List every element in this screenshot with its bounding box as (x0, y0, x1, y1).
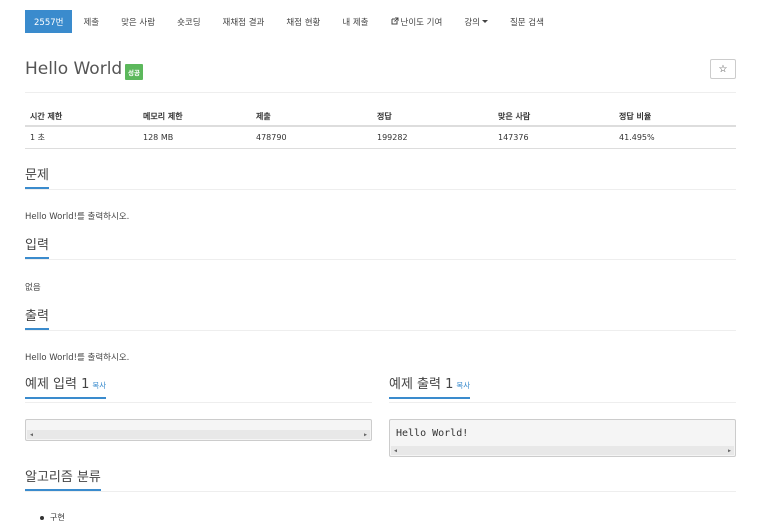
nav-tab-label: 질문 검색 (509, 17, 544, 28)
sample-input-box[interactable]: ◀ ▶ (25, 419, 372, 441)
column-header-accept-ratio: 정답 비율 (614, 108, 736, 127)
nav-tab-label: 제출 (83, 17, 100, 28)
scroll-right-icon[interactable]: ▶ (728, 448, 731, 454)
copy-sample-input-button[interactable]: 복사 (92, 381, 106, 390)
nav-tab-difficulty[interactable]: 난이도 기여 (380, 10, 454, 33)
caret-down-icon (481, 20, 488, 23)
problem-description: Hello World!를 출력하시오. (25, 212, 130, 222)
nav-tab-question-search[interactable]: 질문 검색 (499, 10, 555, 33)
nav-tab-label: 숏코딩 (177, 17, 201, 28)
solved-users-value: 147376 (493, 126, 614, 149)
nav-tab-my-submissions[interactable]: 내 제출 (331, 10, 379, 33)
sample-input-scrollbar[interactable]: ◀ ▶ (27, 430, 370, 439)
algorithm-tag-list: 구현 (40, 512, 65, 523)
list-item[interactable]: 구현 (50, 512, 65, 523)
sample-input-heading: 예제 입력 1 복사 (25, 377, 107, 399)
column-header-submissions: 제출 (251, 108, 372, 127)
problem-info-table: 시간 제한 메모리 제한 제출 정답 맞은 사람 정답 비율 1 초 128 M… (25, 108, 736, 149)
accept-ratio-value: 41.495% (614, 126, 736, 149)
sample-output-box[interactable]: Hello World! ◀ ▶ (389, 419, 736, 457)
external-link-icon (391, 17, 399, 27)
problem-section-header: 문제 (25, 168, 736, 190)
bullet-icon (40, 515, 44, 520)
table-header-row: 시간 제한 메모리 제한 제출 정답 맞은 사람 정답 비율 (25, 108, 736, 127)
nav-tab-label: 맞은 사람 (121, 17, 156, 28)
output-description: Hello World!를 출력하시오. (25, 353, 130, 363)
nav-tab-label: 재채점 결과 (222, 17, 265, 28)
nav-tab-problem-number[interactable]: 2557번 (25, 10, 73, 33)
scroll-left-icon[interactable]: ◀ (394, 448, 397, 454)
nav-tab-label: 채점 현황 (286, 17, 321, 28)
column-header-solved-users: 맞은 사람 (493, 108, 614, 127)
column-header-time-limit: 시간 제한 (25, 108, 138, 127)
accepted-value: 199282 (372, 126, 493, 149)
nav-tab-rejudge[interactable]: 재채점 결과 (212, 10, 276, 33)
column-header-accepted: 정답 (372, 108, 493, 127)
sample-input-title: 예제 입력 1 (25, 377, 90, 392)
nav-tab-label: 강의 (464, 17, 480, 28)
nav-tab-short-coding[interactable]: 숏코딩 (166, 10, 211, 33)
sample-output-scrollbar[interactable]: ◀ ▶ (391, 446, 734, 455)
sample-input-header: 예제 입력 1 복사 (25, 377, 372, 403)
nav-tab-lectures-dropdown[interactable]: 강의 (453, 10, 499, 33)
nav-tab-status[interactable]: 채점 현황 (275, 10, 331, 33)
favorite-button[interactable]: ☆ (710, 59, 736, 79)
problem-header: Hello World 성공 ☆ (25, 59, 736, 93)
status-badge: 성공 (125, 64, 143, 80)
scroll-right-icon[interactable]: ▶ (364, 432, 367, 438)
input-section-header: 입력 (25, 238, 736, 260)
problem-heading: 문제 (25, 168, 49, 189)
nav-tab-accepted-users[interactable]: 맞은 사람 (110, 10, 166, 33)
time-limit-value: 1 초 (25, 126, 138, 149)
copy-sample-output-button[interactable]: 복사 (456, 381, 470, 390)
star-icon: ☆ (718, 63, 728, 75)
problem-title: Hello World (25, 59, 123, 79)
nav-tab-label: 2557번 (34, 17, 64, 28)
sample-output-heading: 예제 출력 1 복사 (389, 377, 471, 399)
nav-tab-submit[interactable]: 제출 (72, 10, 110, 33)
problem-nav: 2557번 제출 맞은 사람 숏코딩 재채점 결과 채점 현황 내 제출 난이도… (25, 10, 555, 33)
input-description: 없음 (25, 283, 41, 293)
sample-output-header: 예제 출력 1 복사 (389, 377, 736, 403)
table-row: 1 초 128 MB 478790 199282 147376 41.495% (25, 126, 736, 149)
sample-output-text: Hello World! (396, 428, 469, 439)
output-section-header: 출력 (25, 309, 736, 331)
submissions-value: 478790 (251, 126, 372, 149)
output-heading: 출력 (25, 309, 49, 330)
memory-limit-value: 128 MB (138, 126, 251, 149)
column-header-memory-limit: 메모리 제한 (138, 108, 251, 127)
nav-tab-label: 난이도 기여 (400, 17, 443, 28)
algorithm-section-header: 알고리즘 분류 (25, 470, 736, 492)
sample-output-title: 예제 출력 1 (389, 377, 454, 392)
scroll-left-icon[interactable]: ◀ (30, 432, 33, 438)
input-heading: 입력 (25, 238, 49, 259)
algorithm-heading: 알고리즘 분류 (25, 470, 101, 491)
nav-tab-label: 내 제출 (342, 17, 369, 28)
